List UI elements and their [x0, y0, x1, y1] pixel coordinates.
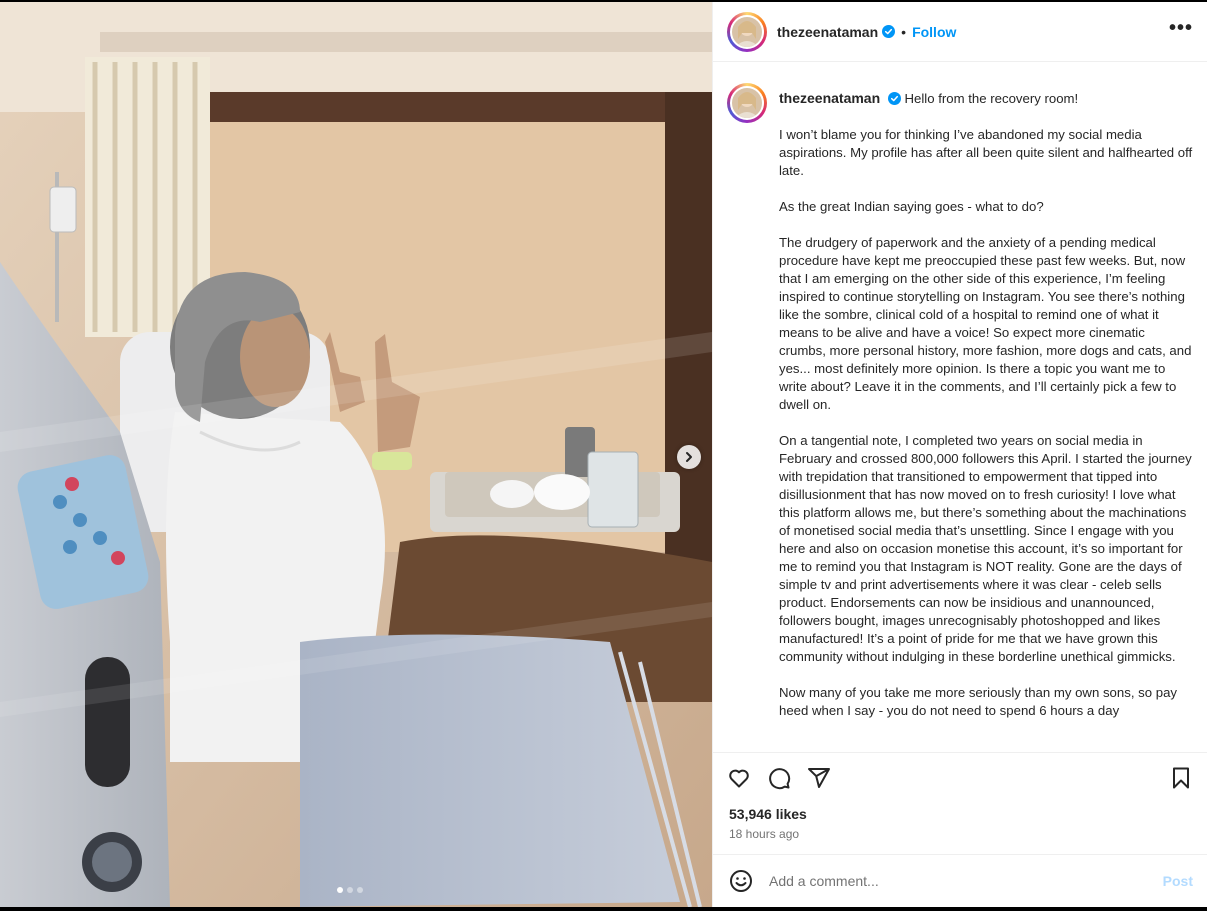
action-bar [713, 752, 1207, 802]
caption-paragraph: I won’t blame you for thinking I’ve aban… [779, 127, 1193, 178]
carousel-dot-active [337, 887, 343, 893]
carousel-next-button[interactable] [677, 445, 701, 469]
carousel-dot [347, 887, 353, 893]
avatar [730, 86, 764, 120]
heart-icon[interactable] [727, 766, 751, 790]
caption-avatar-ring[interactable] [727, 83, 767, 123]
caption-paragraph: As the great Indian saying goes - what t… [779, 199, 1044, 214]
smiley-icon[interactable] [729, 869, 753, 893]
post-timestamp[interactable]: 18 hours ago [729, 827, 799, 841]
comment-bubble-icon[interactable] [767, 766, 791, 790]
post-photo [0, 2, 712, 907]
caption-scroll-area[interactable]: thezeenataman Hello from the recovery ro… [713, 63, 1207, 750]
carousel-dot [357, 887, 363, 893]
post-side-panel: thezeenataman • Follow ••• thezeenataman… [712, 2, 1207, 907]
avatar-story-ring[interactable] [727, 11, 767, 52]
comment-composer: Post [713, 854, 1207, 907]
caption-paragraph: The drudgery of paperwork and the anxiet… [779, 235, 1192, 412]
author-username[interactable]: thezeenataman [777, 24, 878, 40]
caption-first-line: Hello from the recovery room! [904, 91, 1079, 106]
comment-input[interactable] [769, 873, 1163, 889]
follow-button[interactable]: Follow [912, 24, 956, 40]
avatar [730, 14, 764, 49]
caption-text: thezeenataman Hello from the recovery ro… [779, 83, 1195, 720]
post-header: thezeenataman • Follow ••• [713, 2, 1207, 62]
header-separator: • [901, 23, 907, 40]
more-options-icon[interactable]: ••• [1169, 18, 1193, 46]
verified-badge-icon [882, 25, 896, 38]
post-comment-button[interactable]: Post [1163, 873, 1193, 889]
verified-badge-icon [887, 92, 901, 105]
caption-paragraph: On a tangential note, I completed two ye… [779, 433, 1192, 664]
caption-paragraph: Now many of you take me more seriously t… [779, 685, 1177, 718]
carousel-indicator [337, 887, 363, 893]
caption: thezeenataman Hello from the recovery ro… [727, 83, 1195, 720]
paper-plane-icon[interactable] [807, 766, 831, 790]
likes-count[interactable]: 53,946 likes [729, 806, 807, 822]
chevron-right-icon [686, 452, 692, 462]
bookmark-icon[interactable] [1169, 766, 1193, 790]
post-media[interactable] [0, 2, 712, 907]
caption-username[interactable]: thezeenataman [779, 90, 880, 106]
instagram-post-modal: thezeenataman • Follow ••• thezeenataman… [0, 0, 1207, 911]
